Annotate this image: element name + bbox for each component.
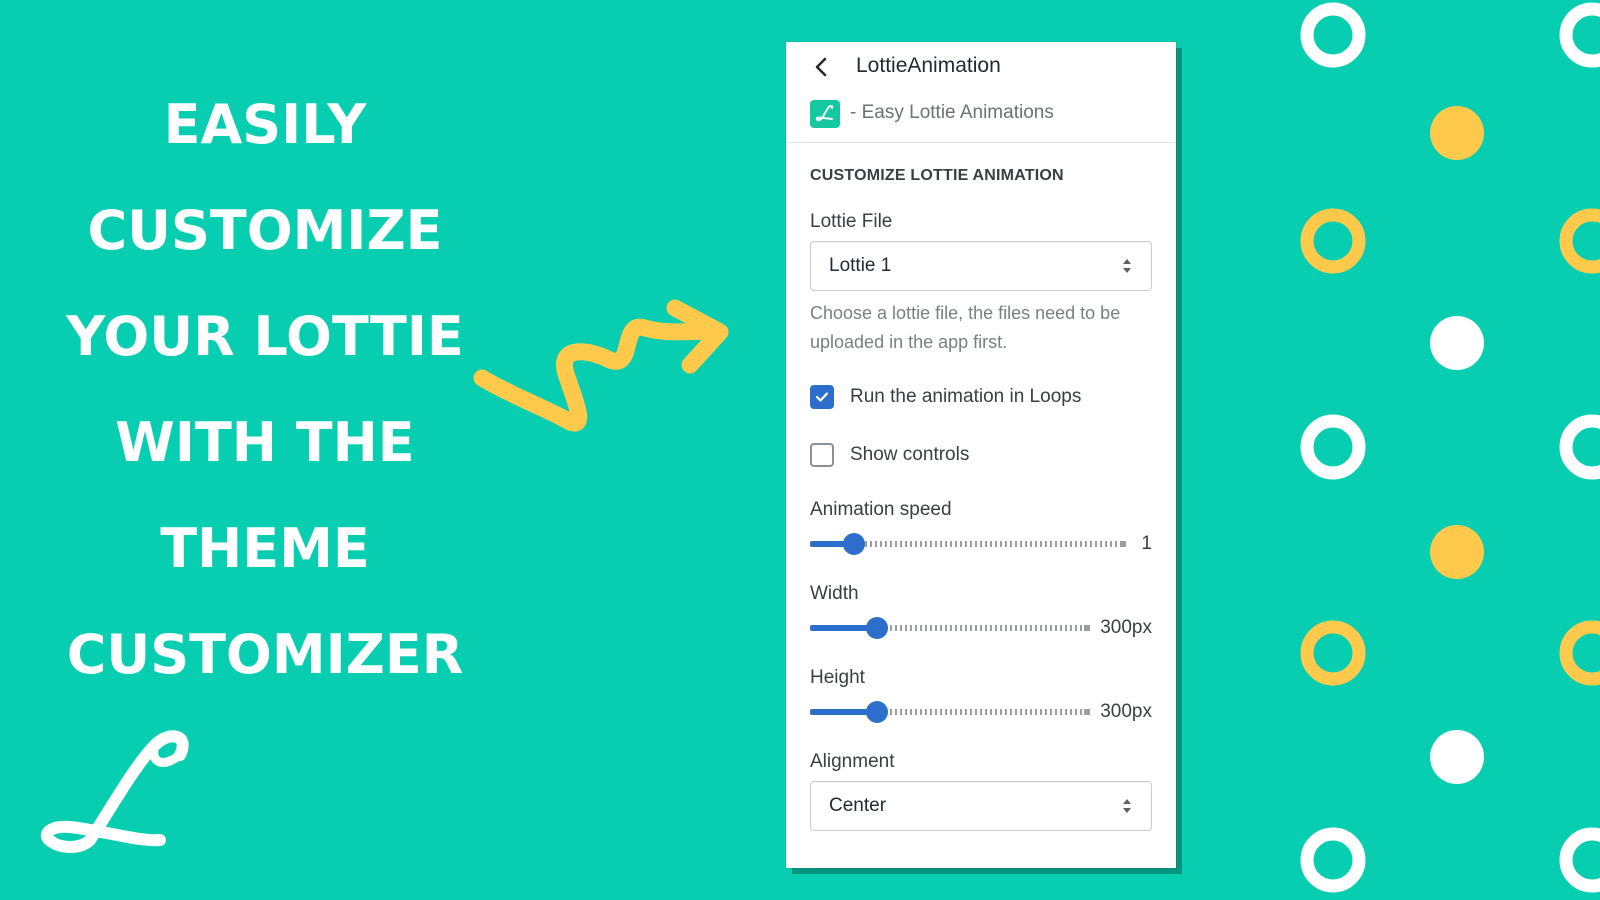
slider-track-end	[1084, 709, 1091, 715]
lottie-file-select[interactable]: Lottie 1	[810, 241, 1152, 291]
alignment-value: Center	[829, 795, 887, 816]
headline-line: CUSTOMIZE	[87, 199, 443, 262]
height-label: Height	[810, 667, 865, 688]
customizer-panel: LottieAnimation - Easy Lottie Animations…	[786, 42, 1176, 868]
width-slider[interactable]	[810, 616, 1091, 640]
yellow-ring-decoration	[1559, 620, 1600, 686]
panel-header: LottieAnimation - Easy Lottie Animations	[786, 42, 1176, 143]
yellow-dot-decoration	[1430, 106, 1484, 160]
yellow-ring-decoration	[1559, 208, 1600, 274]
lottie-file-label: Lottie File	[810, 211, 893, 232]
white-ring-decoration	[1559, 2, 1600, 68]
app-name: - Easy Lottie Animations	[850, 102, 1054, 123]
lottie-app-icon	[815, 105, 834, 122]
select-arrows-icon	[1123, 799, 1131, 813]
white-dot-decoration	[1430, 730, 1484, 784]
height-field: Height 300px	[810, 667, 1152, 727]
headline-line: CUSTOMIZER	[66, 623, 464, 686]
animation-speed-field: Animation speed 1	[810, 499, 1152, 559]
app-icon	[810, 100, 840, 128]
loop-checkbox-label: Run the animation in Loops	[850, 386, 1082, 407]
slider-track-end	[1084, 625, 1091, 631]
white-ring-decoration	[1300, 2, 1366, 68]
loop-checkbox-row[interactable]: Run the animation in Loops	[810, 385, 1152, 409]
alignment-label: Alignment	[810, 751, 895, 772]
squiggly-arrow-icon	[473, 299, 729, 432]
show-controls-label: Show controls	[850, 444, 970, 465]
headline-line: YOUR LOTTIE	[66, 305, 464, 368]
show-controls-checkbox[interactable]	[810, 443, 834, 467]
alignment-select[interactable]: Center	[810, 781, 1152, 831]
headline-line: EASILY	[163, 93, 367, 156]
section-title: CUSTOMIZE LOTTIE ANIMATION	[810, 167, 1064, 184]
back-button[interactable]	[806, 52, 836, 82]
chevron-left-icon	[815, 57, 827, 77]
white-ring-decoration	[1300, 827, 1366, 893]
width-field: Width 300px	[810, 583, 1152, 643]
white-ring-decoration	[1559, 827, 1600, 893]
checkmark-icon	[815, 392, 829, 402]
height-slider[interactable]	[810, 700, 1091, 724]
slider-thumb[interactable]	[866, 617, 889, 639]
slider-thumb[interactable]	[843, 533, 866, 555]
slider-thumb[interactable]	[866, 701, 889, 723]
yellow-dot-decoration	[1430, 525, 1484, 579]
animation-speed-slider[interactable]	[810, 532, 1126, 556]
yellow-ring-decoration	[1300, 208, 1366, 274]
slider-track-end	[1120, 541, 1126, 547]
white-dot-decoration	[1430, 316, 1484, 370]
controls-checkbox-row[interactable]: Show controls	[810, 443, 1152, 467]
headline: EASILY CUSTOMIZE YOUR LOTTIE WITH THE TH…	[40, 72, 490, 708]
white-ring-decoration	[1559, 414, 1600, 480]
headline-line: THEME	[160, 517, 370, 580]
lottie-logo-icon	[40, 730, 189, 853]
width-label: Width	[810, 583, 859, 604]
width-value: 300px	[1100, 617, 1152, 638]
lottie-file-help-text: Choose a lottie file, the files need to …	[810, 303, 1121, 352]
height-value: 300px	[1100, 701, 1152, 722]
loop-checkbox[interactable]	[810, 385, 834, 409]
yellow-ring-decoration	[1300, 620, 1366, 686]
headline-line: WITH THE	[115, 411, 415, 474]
settings-section: CUSTOMIZE LOTTIE ANIMATION Lottie File L…	[786, 143, 1176, 831]
lottie-file-value: Lottie 1	[829, 255, 892, 276]
alignment-field: Alignment Center	[810, 751, 1152, 831]
animation-speed-label: Animation speed	[810, 499, 952, 520]
panel-title: LottieAnimation	[856, 54, 1001, 77]
select-arrows-icon	[1123, 259, 1131, 273]
white-ring-decoration	[1300, 414, 1366, 480]
animation-speed-value: 1	[1141, 533, 1152, 554]
